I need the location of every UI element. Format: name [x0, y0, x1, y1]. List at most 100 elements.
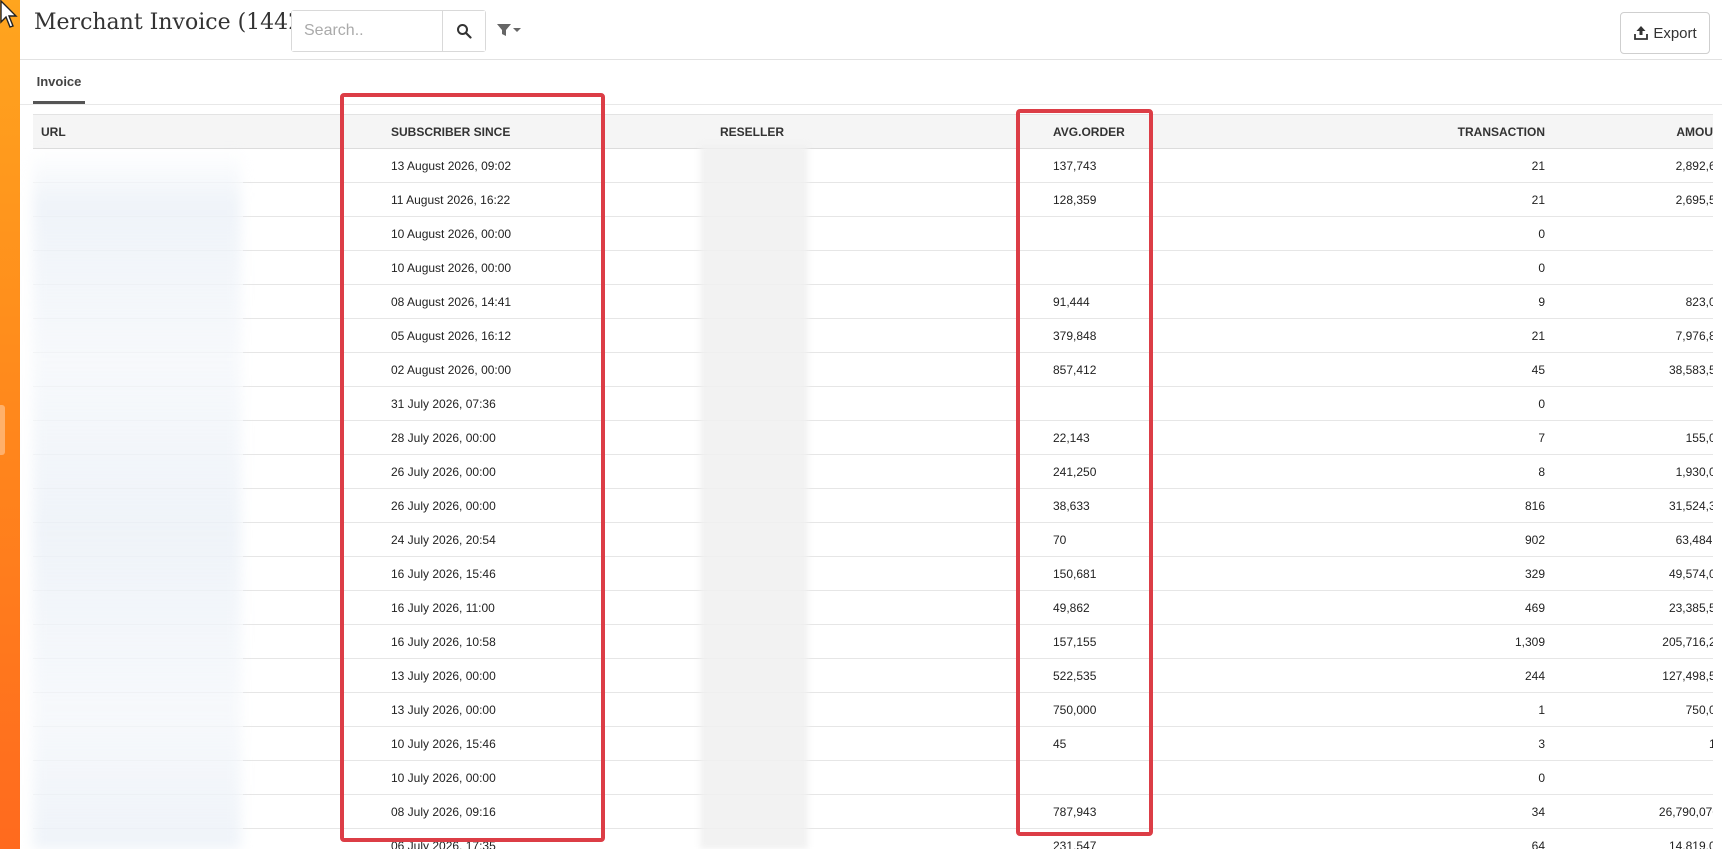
table-row[interactable]: 13 July 2026, 00:00 750,0001750,000 [33, 692, 1713, 727]
cell-transaction: 64 [1361, 828, 1553, 849]
search-input[interactable] [292, 11, 442, 51]
search-box [291, 10, 486, 52]
table-row[interactable]: 31 July 2026, 07:36 00 [33, 386, 1713, 421]
left-sidebar [0, 0, 20, 849]
cell-subscriber-since: 13 July 2026, 00:00 [377, 658, 705, 693]
cell-amount: 1,930,000 [1553, 454, 1713, 489]
cell-url [33, 522, 377, 557]
cell-reseller [705, 182, 1033, 217]
table-row[interactable]: 24 July 2026, 20:54 7090263,484.49 [33, 522, 1713, 557]
cell-avg-order: 231,547 [1033, 828, 1361, 849]
cell-amount: 0 [1553, 250, 1713, 285]
cell-subscriber-since: 26 July 2026, 00:00 [377, 488, 705, 523]
table-row[interactable]: 05 August 2026, 16:12 379,848217,976,800 [33, 318, 1713, 353]
cell-url [33, 488, 377, 523]
cell-amount: 2,892,600 [1553, 148, 1713, 183]
cell-amount: 0 [1553, 386, 1713, 421]
table-row[interactable]: 26 July 2026, 00:00 38,63381631,524,300 [33, 488, 1713, 523]
table-row[interactable]: 06 July 2026, 17:35 231,5476414,819,000 [33, 828, 1713, 849]
cell-avg-order: 787,943 [1033, 794, 1361, 829]
table-row[interactable]: 08 July 2026, 09:16 787,9433426,790,076.8 [33, 794, 1713, 829]
cell-amount: 26,790,076.8 [1553, 794, 1713, 829]
cell-url [33, 726, 377, 761]
cell-transaction: 8 [1361, 454, 1553, 489]
cell-url [33, 284, 377, 319]
export-button[interactable]: Export [1620, 12, 1710, 54]
cell-transaction: 0 [1361, 760, 1553, 795]
cell-amount: 31,524,300 [1553, 488, 1713, 523]
cell-amount: 7,976,800 [1553, 318, 1713, 353]
table-row[interactable]: 10 August 2026, 00:00 00 [33, 250, 1713, 285]
table-row[interactable]: 13 August 2026, 09:02 137,743212,892,600 [33, 148, 1713, 183]
filter-icon [497, 24, 521, 36]
cell-avg-order: 128,359 [1033, 182, 1361, 217]
table-row[interactable]: 10 July 2026, 00:00 00 [33, 760, 1713, 795]
table-row[interactable]: 13 July 2026, 00:00 522,535244127,498,550 [33, 658, 1713, 693]
page-title: Merchant Invoice (1442) [34, 10, 311, 35]
cell-transaction: 9 [1361, 284, 1553, 319]
cell-reseller [705, 454, 1033, 489]
search-icon [457, 24, 472, 39]
cell-avg-order [1033, 250, 1361, 285]
cell-url [33, 148, 377, 183]
cell-reseller [705, 692, 1033, 727]
cell-subscriber-since: 06 July 2026, 17:35 [377, 828, 705, 849]
cell-url [33, 828, 377, 849]
export-icon [1634, 26, 1649, 40]
cell-transaction: 21 [1361, 182, 1553, 217]
table-row[interactable]: 28 July 2026, 00:00 22,1437155,000 [33, 420, 1713, 455]
column-header-reseller[interactable]: RESELLER [705, 114, 1033, 149]
table-row[interactable]: 08 August 2026, 14:41 91,4449823,000 [33, 284, 1713, 319]
cell-subscriber-since: 11 August 2026, 16:22 [377, 182, 705, 217]
cell-url [33, 182, 377, 217]
column-header-transaction[interactable]: TRANSACTION [1361, 114, 1553, 149]
cell-avg-order: 857,412 [1033, 352, 1361, 387]
column-header-url[interactable]: URL [33, 114, 377, 149]
tab-invoice[interactable]: Invoice [33, 61, 85, 104]
cell-url [33, 692, 377, 727]
table-row[interactable]: 02 August 2026, 00:00 857,4124538,583,550 [33, 352, 1713, 387]
table-header-row: URL SUBSCRIBER SINCE RESELLER AVG.ORDER … [33, 114, 1713, 149]
sidebar-toggle[interactable] [0, 405, 5, 455]
cell-amount: 23,385,500 [1553, 590, 1713, 625]
cell-avg-order [1033, 386, 1361, 421]
table-row[interactable]: 16 July 2026, 15:46 150,68132949,574,000 [33, 556, 1713, 591]
filter-button[interactable] [494, 18, 524, 42]
cell-amount: 823,000 [1553, 284, 1713, 319]
cell-amount: 0 [1553, 216, 1713, 251]
table-row[interactable]: 16 July 2026, 10:58 157,155 1,309 205,716,2… [33, 624, 1713, 659]
cell-reseller [705, 488, 1033, 523]
table-row[interactable]: 16 July 2026, 11:00 49,86246923,385,500 [33, 590, 1713, 625]
cell-url [33, 624, 377, 659]
column-header-amount[interactable]: AMOUNT [1553, 114, 1713, 149]
table-row[interactable]: 26 July 2026, 00:00 241,25081,930,000 [33, 454, 1713, 489]
cell-subscriber-since: 08 August 2026, 14:41 [377, 284, 705, 319]
cell-amount: 38,583,550 [1553, 352, 1713, 387]
cell-subscriber-since: 28 July 2026, 00:00 [377, 420, 705, 455]
cell-reseller [705, 352, 1033, 387]
cell-subscriber-since: 13 July 2026, 00:00 [377, 692, 705, 727]
search-button[interactable] [442, 11, 485, 51]
cell-reseller [705, 318, 1033, 353]
cell-avg-order: 750,000 [1033, 692, 1361, 727]
cell-url [33, 590, 377, 625]
cell-reseller [705, 284, 1033, 319]
cell-reseller [705, 794, 1033, 829]
column-header-avg-order[interactable]: AVG.ORDER [1033, 114, 1361, 149]
cell-transaction: 244 [1361, 658, 1553, 693]
cell-transaction: 21 [1361, 148, 1553, 183]
cell-reseller [705, 590, 1033, 625]
table-row[interactable]: 11 August 2026, 16:22 128,359212,695,547 [33, 182, 1713, 217]
cell-subscriber-since: 05 August 2026, 16:12 [377, 318, 705, 353]
page-header: Merchant Invoice (1442) Export [20, 0, 1722, 60]
table-row[interactable]: 10 August 2026, 00:00 00 [33, 216, 1713, 251]
column-header-subscriber-since[interactable]: SUBSCRIBER SINCE [377, 114, 705, 149]
cell-subscriber-since: 10 July 2026, 15:46 [377, 726, 705, 761]
export-label: Export [1653, 24, 1697, 42]
cell-reseller [705, 420, 1033, 455]
cell-subscriber-since: 16 July 2026, 15:46 [377, 556, 705, 591]
cell-transaction: 0 [1361, 250, 1553, 285]
table-row[interactable]: 10 July 2026, 15:46 453135 [33, 726, 1713, 761]
cell-reseller [705, 760, 1033, 795]
invoice-table: URL SUBSCRIBER SINCE RESELLER AVG.ORDER … [33, 114, 1713, 849]
